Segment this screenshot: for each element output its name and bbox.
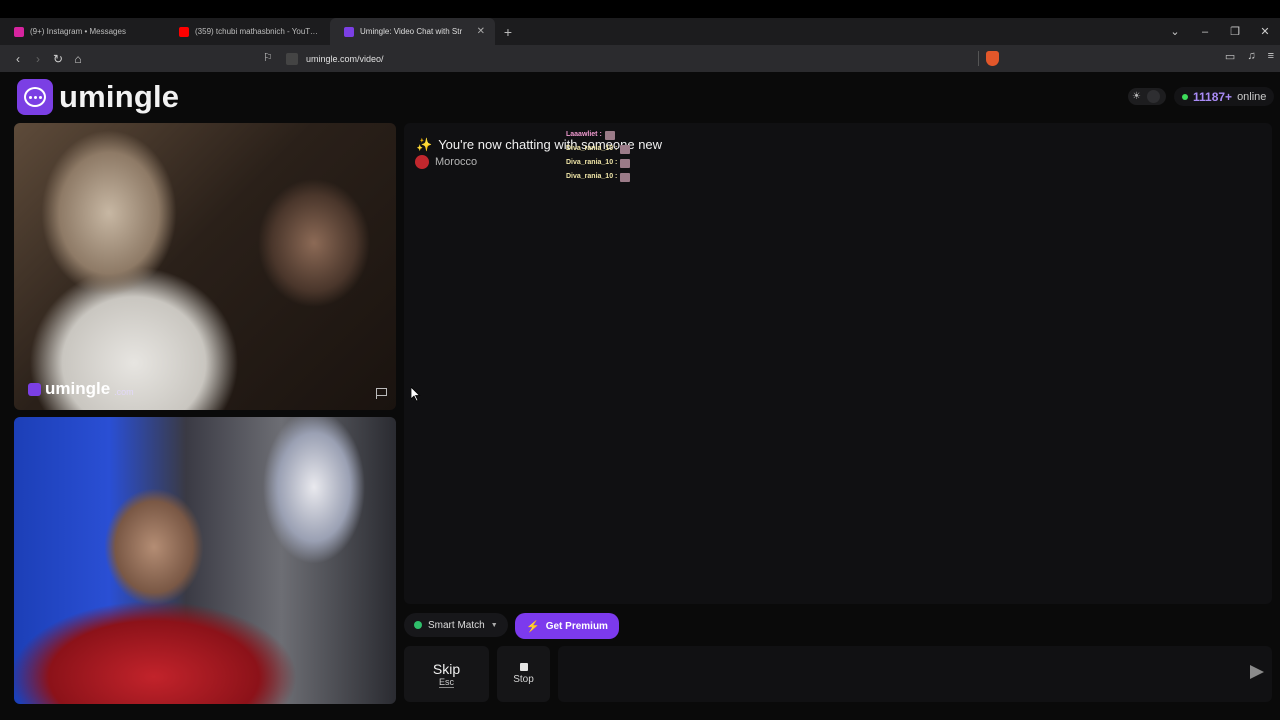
emote-icon <box>604 130 615 140</box>
overlay-user: Diva_rania_10 : <box>566 159 618 166</box>
emote-icon <box>620 144 631 154</box>
video-watermark: umingle .com <box>28 379 134 399</box>
message-box <box>558 646 1272 702</box>
premium-label: Get Premium <box>545 620 608 632</box>
emote-icon <box>620 158 631 168</box>
overlay-row: Diva_rania_10 : <box>566 156 631 170</box>
tab-youtube[interactable]: (359) tchubi mathasbnich - YouTube <box>165 18 330 45</box>
smart-match-dropdown[interactable]: Smart Match ▼ <box>404 613 508 637</box>
watermark-text: umingle <box>45 379 111 398</box>
sidebar-icon[interactable]: ▭ <box>1225 50 1235 63</box>
overlay-user: Laaawliet : <box>566 131 602 138</box>
logo-text: umingle <box>59 79 180 114</box>
send-icon[interactable] <box>1250 665 1264 679</box>
reload-icon[interactable]: ↻ <box>48 52 68 66</box>
umingle-app: umingle ☀ 11187+ online umingle .com ✨ Y… <box>0 72 1280 720</box>
address-bar[interactable]: umingle.com/video/ <box>286 49 1006 68</box>
online-dot <box>1182 93 1188 100</box>
toolbar-icons: ▭ ♫ ≡ <box>1225 50 1274 63</box>
skip-button[interactable]: Skip Esc <box>404 646 489 702</box>
country-name: Morocco <box>435 156 478 168</box>
lightning-icon: ⚡ <box>526 620 540 633</box>
chat-bubble-icon <box>17 79 53 115</box>
youtube-icon <box>179 26 189 37</box>
umingle-icon <box>344 26 354 37</box>
morocco-flag-icon <box>415 155 429 169</box>
get-premium-button[interactable]: ⚡ Get Premium <box>515 613 619 639</box>
stop-icon <box>519 663 528 671</box>
sparkle-icon: ✨ <box>416 137 433 152</box>
stranger-country: Morocco <box>415 155 477 169</box>
minimize-icon[interactable]: – <box>1190 26 1220 38</box>
restore-icon[interactable]: ❐ <box>1220 25 1250 38</box>
chat-panel: ✨ You're now chatting with someone new M… <box>404 123 1272 604</box>
chevron-down-icon: ▼ <box>490 621 498 629</box>
overlay-user: Diva_rania_10 : <box>566 173 618 180</box>
tab-list-icon[interactable]: ⌄ <box>1160 25 1190 38</box>
browser-nav-bar: ‹ › ↻ ⌂ ⚐ umingle.com/video/ ▭ ♫ ≡ <box>0 45 1280 72</box>
window-controls: ⌄ – ❐ ✕ <box>1160 18 1280 45</box>
divider <box>978 51 979 66</box>
overlay-row: Diva_rania_10 : <box>566 142 631 156</box>
toggle-knob <box>1146 90 1160 103</box>
theme-toggle[interactable]: ☀ <box>1128 88 1166 105</box>
tab-title: Umingle: Video Chat with Str <box>360 27 463 36</box>
tab-title: (359) tchubi mathasbnich - YouTube <box>195 27 320 36</box>
forward-icon[interactable]: › <box>28 52 48 66</box>
bookmark-icon[interactable]: ⚐ <box>263 51 273 64</box>
media-icon[interactable]: ♫ <box>1247 50 1255 63</box>
stream-chat-overlay: Laaawliet : Diva_rania_10 : Diva_rania_1… <box>566 128 631 184</box>
message-input[interactable] <box>558 646 1272 702</box>
online-label: online <box>1237 90 1267 103</box>
stop-button[interactable]: Stop <box>497 646 550 702</box>
online-counter: 11187+ online <box>1174 87 1275 106</box>
close-window-icon[interactable]: ✕ <box>1250 25 1280 38</box>
globe-icon <box>414 621 422 629</box>
report-flag-icon[interactable] <box>376 388 388 399</box>
smart-match-label: Smart Match <box>428 619 485 631</box>
browser-tab-bar: (9+) Instagram • Messages (359) tchubi m… <box>0 18 1280 45</box>
stop-label: Stop <box>513 674 534 685</box>
sun-icon: ☀ <box>1132 91 1141 102</box>
menu-icon[interactable]: ≡ <box>1268 50 1274 63</box>
site-info-icon[interactable] <box>286 52 298 65</box>
tab-umingle[interactable]: Umingle: Video Chat with Str ✕ <box>330 18 495 45</box>
tab-title: (9+) Instagram • Messages <box>30 27 126 36</box>
tab-instagram[interactable]: (9+) Instagram • Messages <box>0 18 165 45</box>
watermark-domain: .com <box>114 386 134 397</box>
skip-label: Skip <box>432 660 461 677</box>
online-count: 11187+ <box>1193 89 1233 104</box>
home-icon[interactable]: ⌂ <box>68 52 88 66</box>
mouse-cursor-icon <box>410 386 421 407</box>
stranger-video: umingle .com <box>14 123 396 410</box>
back-icon[interactable]: ‹ <box>8 52 28 66</box>
logo[interactable]: umingle <box>17 79 179 115</box>
skip-shortcut: Esc <box>438 676 454 688</box>
self-video <box>14 417 396 704</box>
url-text: umingle.com/video/ <box>306 53 384 64</box>
overlay-row: Laaawliet : <box>566 128 630 142</box>
overlay-row: Diva_rania_10 : <box>566 170 631 184</box>
instagram-icon <box>14 26 24 37</box>
brave-shield-icon[interactable] <box>986 51 999 66</box>
overlay-user: Diva_rania_10 : <box>566 145 618 152</box>
emote-icon <box>620 172 631 182</box>
umingle-logo-icon <box>28 382 41 396</box>
close-tab-icon[interactable]: ✕ <box>477 26 485 37</box>
new-tab-button[interactable]: + <box>495 24 521 40</box>
